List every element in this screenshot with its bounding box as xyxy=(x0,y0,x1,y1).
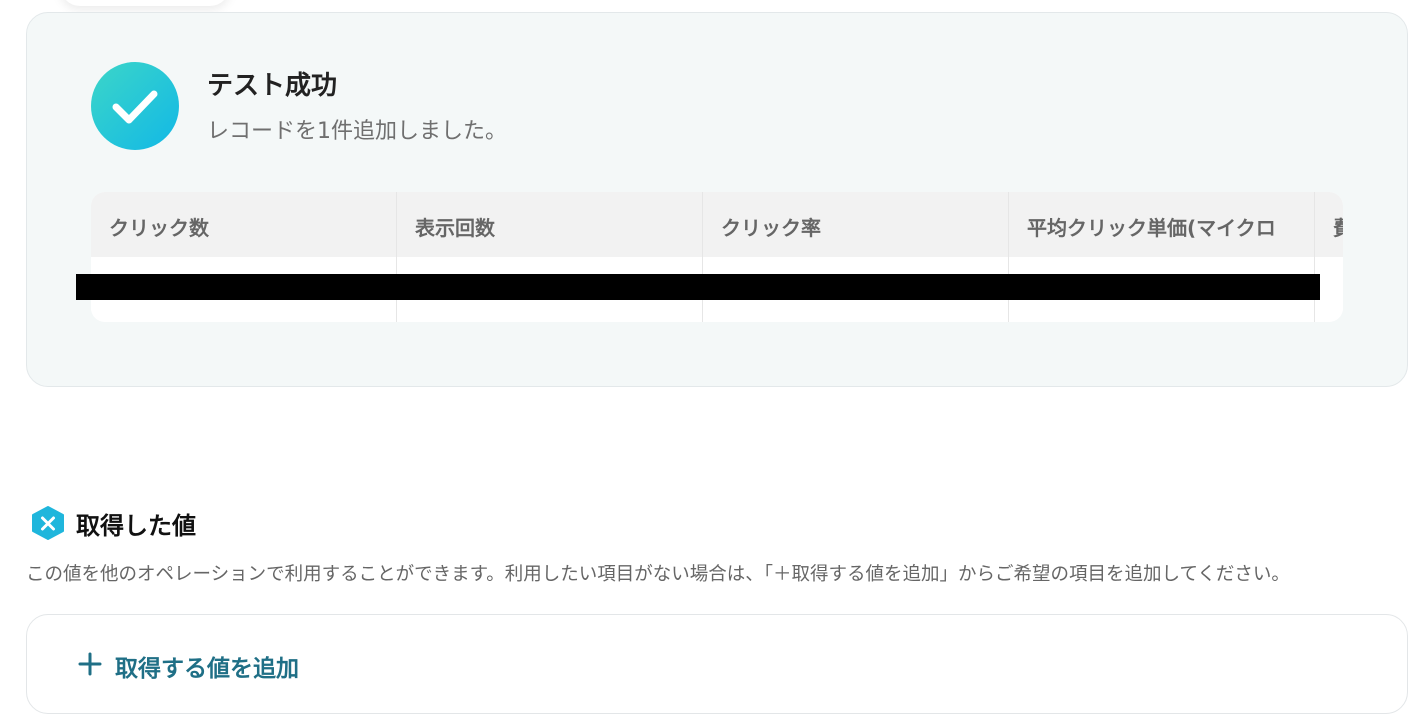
test-success-title: テスト成功 xyxy=(207,71,338,101)
redaction-bar xyxy=(76,274,1320,300)
column-header: 平均クリック単価(マイクロ xyxy=(1009,192,1315,257)
fetched-values-title: 取得した値 xyxy=(76,511,196,540)
add-fetched-value-label: 取得する値を追加 xyxy=(115,656,299,682)
column-header: 費 xyxy=(1315,192,1343,257)
column-header: クリック率 xyxy=(703,192,1009,257)
fetched-values-header: 取得した値 xyxy=(30,505,196,541)
plus-icon xyxy=(77,651,103,681)
test-result-card: テスト成功 レコードを1件追加しました。 クリック数 表示回数 クリック率 平均… xyxy=(26,12,1408,387)
fetched-values-description: この値を他のオペレーションで利用することができます。利用したい項目がない場合は、… xyxy=(26,564,1290,585)
test-success-message: レコードを1件追加しました。 xyxy=(207,119,507,144)
result-table[interactable]: クリック数 表示回数 クリック率 平均クリック単価(マイクロ 費 xyxy=(91,192,1343,322)
check-circle-icon xyxy=(91,62,179,150)
table-header-row: クリック数 表示回数 クリック率 平均クリック単価(マイクロ 費 xyxy=(91,192,1343,257)
column-header: クリック数 xyxy=(91,192,397,257)
yoom-logo-icon xyxy=(30,505,66,541)
add-fetched-value-button[interactable]: 取得する値を追加 xyxy=(26,614,1408,714)
top-tab-shadow xyxy=(60,0,230,6)
column-header: 表示回数 xyxy=(397,192,703,257)
